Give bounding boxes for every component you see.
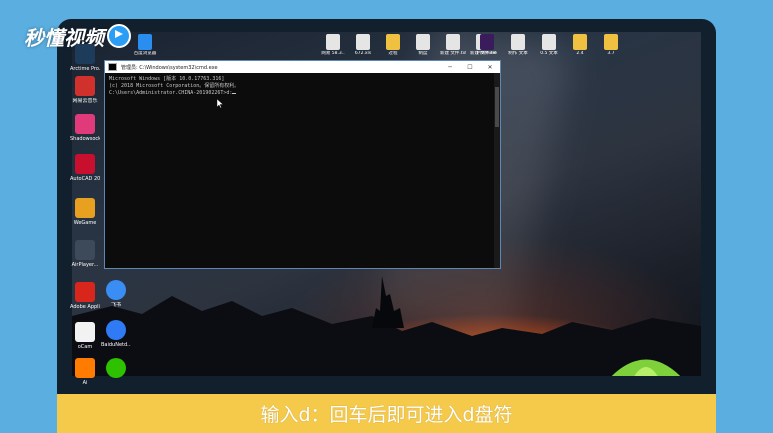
desktop-icon[interactable]: Ai bbox=[70, 358, 100, 386]
app-icon bbox=[75, 240, 95, 260]
desktop-icon[interactable]: 制度 bbox=[410, 34, 436, 56]
desktop-icon[interactable]: AirPlayer... bbox=[70, 240, 100, 268]
file-icon bbox=[326, 34, 340, 50]
file-icon bbox=[480, 34, 494, 50]
app-icon bbox=[75, 154, 95, 174]
file-icon bbox=[386, 34, 400, 50]
desktop-icon-label: 制作 文本 bbox=[508, 51, 528, 56]
desktop-icon-label: 新建 文件.txt bbox=[440, 51, 466, 56]
desktop-icon[interactable]: Arctime Pro.exe bbox=[70, 44, 100, 72]
tent bbox=[611, 359, 681, 376]
desktop-icon-label: 3.7 bbox=[607, 51, 615, 56]
scroll-thumb[interactable] bbox=[495, 87, 499, 127]
desktop-icon-label: 网易云音乐 bbox=[72, 98, 98, 104]
desktop-icon-label: 过程 bbox=[388, 51, 398, 56]
desktop-icon[interactable]: 过程 bbox=[380, 34, 406, 56]
desktop-icon[interactable] bbox=[101, 358, 131, 380]
desktop-icon[interactable]: ShadowsocksR bbox=[70, 114, 100, 142]
mouse-pointer-icon bbox=[217, 99, 223, 108]
console-line: (c) 2018 Microsoft Corporation。保留所有权利。 bbox=[109, 83, 240, 89]
cmd-title: 管理员: C:\Windows\system32\cmd.exe bbox=[121, 64, 218, 71]
desktop-icon-label: oCam bbox=[77, 344, 93, 350]
desktop-icon[interactable]: 百度浏览器 bbox=[132, 34, 158, 56]
app-icon bbox=[75, 358, 95, 378]
file-icon bbox=[511, 34, 525, 50]
console-line: Microsoft Windows [版本 10.0.17763.316] bbox=[109, 76, 225, 82]
app-icon bbox=[75, 44, 95, 64]
cmd-window[interactable]: 管理员: C:\Windows\system32\cmd.exe ─ ☐ ✕ M… bbox=[104, 60, 501, 269]
desktop-icon[interactable]: AutoCAD 2017 - 简... bbox=[70, 154, 100, 182]
cmd-titlebar[interactable]: 管理员: C:\Windows\system32\cmd.exe ─ ☐ ✕ bbox=[105, 61, 500, 73]
app-icon bbox=[75, 322, 95, 342]
maximize-button[interactable]: ☐ bbox=[460, 61, 480, 73]
cmd-console-output[interactable]: Microsoft Windows [版本 10.0.17763.316] (c… bbox=[105, 73, 500, 100]
desktop-icon[interactable]: oCam bbox=[70, 322, 100, 350]
desktop-icon[interactable]: Premiere bbox=[474, 34, 500, 56]
desktop-icon-label: Arctime Pro.exe bbox=[70, 66, 100, 72]
app-icon bbox=[75, 198, 95, 218]
file-icon bbox=[416, 34, 430, 50]
desktop-icon-label: 网易 58.3.. bbox=[321, 51, 345, 56]
desktop-icon[interactable]: Adobe Applicati... bbox=[70, 282, 100, 310]
app-icon bbox=[106, 280, 126, 300]
desktop-icon-label: WeGame bbox=[73, 220, 97, 226]
desktop-icon[interactable]: 新建 文件.txt bbox=[440, 34, 466, 56]
console-icon bbox=[108, 63, 117, 71]
desktop-icon-label: 0.5 文本 bbox=[540, 51, 558, 56]
desktop-icon[interactable]: WeGame bbox=[70, 198, 100, 226]
desktop-icon[interactable]: 制作 文本 bbox=[505, 34, 531, 56]
app-icon bbox=[75, 76, 95, 96]
caption-bar: 输入d：回车后即可进入d盘符 bbox=[57, 394, 716, 433]
desktop-icon-label: Premiere bbox=[476, 51, 498, 56]
desktop-icon-label: Ai bbox=[82, 380, 88, 386]
app-icon bbox=[75, 282, 95, 302]
desktop-icon-label: BaiduNetd... bbox=[101, 342, 131, 348]
desktop-icon-label: 制度 bbox=[418, 51, 428, 56]
cmd-scrollbar[interactable] bbox=[494, 73, 500, 268]
desktop-icon[interactable]: 网易云音乐 bbox=[70, 76, 100, 104]
desktop-icon-label: 2.4 bbox=[576, 51, 584, 56]
app-icon bbox=[75, 114, 95, 134]
desktop-icon-label: ShadowsocksR bbox=[70, 136, 100, 142]
desktop-icon[interactable]: BaiduNetd... bbox=[101, 320, 131, 348]
desktop-icon[interactable]: 网易 58.3.. bbox=[320, 34, 346, 56]
desktop-icon[interactable]: 0.5 文本 bbox=[536, 34, 562, 56]
file-icon bbox=[604, 34, 618, 50]
desktop-icon-label: 672.xls bbox=[354, 51, 372, 56]
console-prompt-line: C:\Users\Administrator.CHINA-20190226T>d… bbox=[109, 90, 496, 97]
desktop-icon[interactable]: 672.xls bbox=[350, 34, 376, 56]
text-cursor bbox=[232, 93, 237, 94]
file-icon bbox=[138, 34, 152, 50]
play-logo-icon bbox=[107, 24, 131, 48]
console-prompt: C:\Users\Administrator.CHINA-20190226T>d… bbox=[109, 90, 233, 96]
caption-text: 输入d：回车后即可进入d盘符 bbox=[260, 404, 513, 426]
app-icon bbox=[106, 358, 126, 378]
close-button[interactable]: ✕ bbox=[480, 61, 500, 73]
desktop-icon[interactable]: 3.7 bbox=[598, 34, 624, 56]
desktop-icon[interactable]: 飞书 bbox=[101, 280, 131, 308]
app-icon bbox=[106, 320, 126, 340]
desktop-icon-label: 飞书 bbox=[110, 302, 121, 308]
desktop-icon-label: AirPlayer... bbox=[71, 262, 99, 268]
desktop-icon-label: Adobe Applicati... bbox=[70, 304, 100, 310]
file-icon bbox=[446, 34, 460, 50]
desktop-icon-label: AutoCAD 2017 - 简... bbox=[70, 176, 100, 182]
minimize-button[interactable]: ─ bbox=[440, 61, 460, 73]
file-icon bbox=[573, 34, 587, 50]
file-icon bbox=[542, 34, 556, 50]
desktop-icon[interactable]: 2.4 bbox=[567, 34, 593, 56]
desktop-icon-label: 百度浏览器 bbox=[133, 51, 157, 56]
file-icon bbox=[356, 34, 370, 50]
